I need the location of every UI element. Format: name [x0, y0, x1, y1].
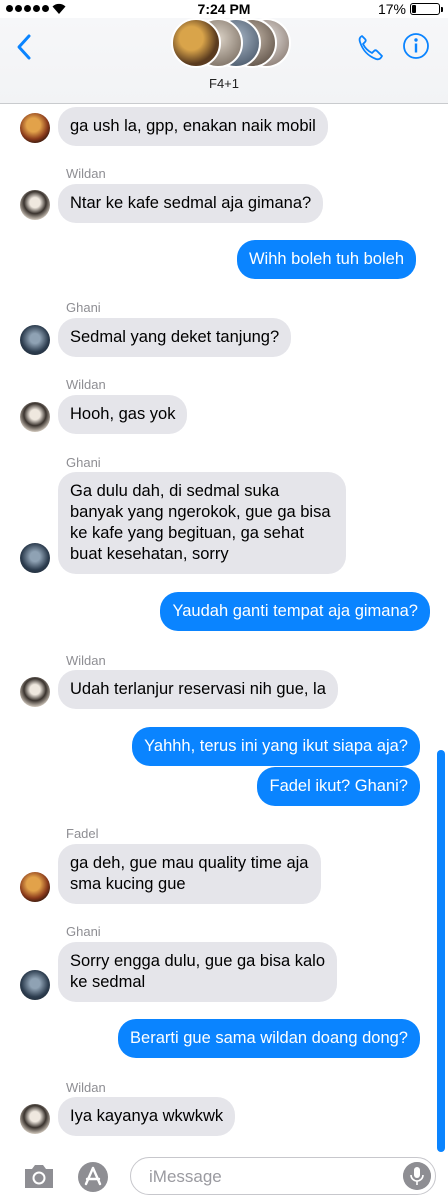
ghani-avatar[interactable] [20, 325, 50, 355]
message-text: ga ush la, gpp, enakan naik mobil [70, 117, 316, 135]
sender-name: Wildan [66, 653, 106, 668]
message-bubble[interactable]: Berarti gue sama wildan doang dong? [118, 1019, 420, 1058]
fadel-avatar[interactable] [20, 872, 50, 902]
phone-icon[interactable] [356, 32, 384, 62]
message-text: Sedmal yang deket tanjung? [70, 328, 280, 346]
camera-icon[interactable] [22, 1161, 56, 1191]
sender-name: Wildan [66, 166, 106, 181]
sender-name: Ghani [66, 300, 101, 315]
battery-percent: 17% [377, 1, 406, 17]
fadel-avatar[interactable] [20, 113, 50, 143]
group-name[interactable]: F4+1 [0, 76, 448, 91]
sender-name: Wildan [66, 1080, 106, 1095]
message-text: Hooh, gas yok [70, 405, 176, 423]
message-text-line: Sorry engga dulu, gue ga bisa kalo [70, 952, 326, 970]
message-text: Fadel ikut? Ghani? [269, 777, 408, 795]
message-text-line: sma kucing gue [70, 875, 186, 893]
sender-name: Ghani [66, 924, 101, 939]
message-bubble[interactable]: Ga dulu dah, di sedmal suka banyak yang … [58, 472, 346, 574]
wildan-avatar[interactable] [20, 190, 50, 220]
sender-name: Ghani [66, 455, 101, 470]
message-bubble[interactable]: Sedmal yang deket tanjung? [58, 318, 292, 357]
wildan-avatar[interactable] [20, 677, 50, 707]
app-store-icon[interactable] [76, 1160, 110, 1194]
back-chevron-icon[interactable] [12, 32, 40, 62]
message-bubble[interactable]: Wihh boleh tuh boleh [236, 240, 416, 279]
wildan-avatar[interactable] [20, 402, 50, 432]
status-bar: 7:24 PM 17% [0, 0, 448, 18]
message-input[interactable]: iMessage [130, 1157, 436, 1195]
message-bubble[interactable]: Yaudah ganti tempat aja gimana? [160, 592, 430, 631]
message-bubble[interactable]: Yahhh, terus ini yang ikut siapa aja? [132, 727, 420, 766]
conversation-header: F4+1 [0, 18, 448, 104]
message-bubble[interactable]: Ntar ke kafe sedmal aja gimana? [58, 184, 324, 223]
ghani-avatar[interactable] [20, 543, 50, 573]
message-text: Udah terlanjur reservasi nih gue, la [70, 680, 326, 698]
message-text-line: Ga dulu dah, di sedmal suka [70, 482, 280, 500]
message-text: Berarti gue sama wildan doang dong? [130, 1029, 408, 1047]
avatar [171, 18, 221, 68]
ghani-avatar[interactable] [20, 970, 50, 1000]
battery-icon [410, 3, 443, 15]
message-text-line: ga deh, gue mau quality time aja [70, 854, 309, 872]
message-text: Ntar ke kafe sedmal aja gimana? [70, 194, 312, 212]
message-text: Yahhh, terus ini yang ikut siapa aja? [144, 737, 408, 755]
group-avatars[interactable] [171, 18, 291, 68]
info-icon[interactable] [402, 32, 430, 60]
sender-name: Fadel [66, 826, 99, 841]
message-text: Yaudah ganti tempat aja gimana? [172, 602, 418, 620]
message-text-line: ke kafe yang begituan, ga sehat [70, 524, 304, 542]
message-bubble[interactable]: Fadel ikut? Ghani? [257, 767, 420, 806]
message-bubble[interactable]: Hooh, gas yok [58, 395, 188, 434]
message-bubble[interactable]: Iya kayanya wkwkwk [58, 1097, 236, 1136]
microphone-icon[interactable] [403, 1162, 431, 1190]
message-bubble[interactable]: Udah terlanjur reservasi nih gue, la [58, 670, 338, 709]
message-text-line: banyak yang ngerokok, gue ga bisa [70, 503, 331, 521]
sender-name: Wildan [66, 377, 106, 392]
compose-bar: iMessage [0, 1152, 448, 1200]
message-bubble[interactable]: ga deh, gue mau quality time aja sma kuc… [58, 844, 321, 904]
message-text-line: ke sedmal [70, 973, 146, 991]
scroll-indicator[interactable] [437, 750, 445, 1152]
message-bubble[interactable]: ga ush la, gpp, enakan naik mobil [58, 107, 328, 146]
message-text-line: buat kesehatan, sorry [70, 545, 229, 563]
message-text: Wihh boleh tuh boleh [248, 250, 404, 268]
message-bubble[interactable]: Sorry engga dulu, gue ga bisa kalo ke se… [58, 942, 338, 1002]
message-input-placeholder: iMessage [149, 1167, 222, 1186]
message-text: Iya kayanya wkwkwk [70, 1107, 224, 1125]
wildan-avatar[interactable] [20, 1104, 50, 1134]
